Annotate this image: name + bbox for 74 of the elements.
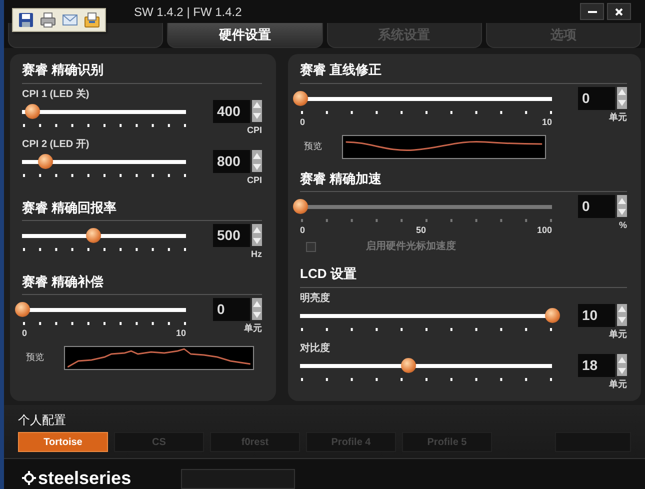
- up-arrow-icon: [253, 300, 261, 306]
- slider-thumb[interactable]: [293, 90, 308, 106]
- slider-thumb[interactable]: [15, 302, 30, 317]
- unit-label: 单元: [244, 322, 262, 335]
- preview-label: 预览: [303, 140, 323, 153]
- up-button[interactable]: [252, 100, 262, 110]
- logo-text: steelseries: [38, 469, 132, 487]
- section-title: 赛睿 精确加速: [300, 168, 627, 192]
- version-text: SW 1.4.2 | FW 1.4.2: [134, 4, 242, 21]
- tick-label: 0: [300, 116, 306, 126]
- value-field[interactable]: 10: [578, 304, 615, 326]
- section-title: LCD 设置: [300, 264, 627, 288]
- tick-label: 10: [542, 116, 552, 126]
- down-arrow-icon: [618, 100, 626, 106]
- close-button[interactable]: [607, 3, 631, 20]
- tab[interactable]: 硬件设置: [167, 23, 322, 48]
- value-field[interactable]: 0: [213, 298, 250, 321]
- minimize-icon: [588, 10, 596, 13]
- gear-icon: [22, 471, 36, 485]
- down-arrow-icon: [253, 113, 261, 119]
- section-title: 赛睿 直线修正: [300, 60, 627, 84]
- profiles-title: 个人配置: [18, 412, 67, 429]
- section-title: 赛睿 精确补偿: [22, 272, 262, 295]
- tick-label: 50: [416, 224, 426, 235]
- value-field[interactable]: 18: [578, 354, 615, 377]
- slider-label: CPI 2 (LED 开): [22, 138, 90, 150]
- slider-label: CPI 1 (LED 关): [22, 88, 90, 100]
- slider-thumb[interactable]: [86, 228, 101, 243]
- down-arrow-icon: [618, 368, 626, 374]
- section-title: 赛睿 精确回报率: [22, 198, 262, 221]
- tick-label: 0: [22, 327, 28, 338]
- down-arrow-icon: [253, 164, 261, 170]
- folder-icon[interactable]: [84, 12, 100, 28]
- up-arrow-icon: [618, 306, 626, 312]
- value-field[interactable]: 400: [213, 100, 250, 122]
- slider-thumb[interactable]: [38, 154, 53, 169]
- value-field[interactable]: 800: [213, 150, 250, 173]
- down-arrow-icon: [618, 208, 626, 214]
- tick-label: 0: [300, 224, 306, 235]
- preview-label: 预览: [25, 351, 45, 364]
- envelope-icon[interactable]: [62, 12, 78, 28]
- tick-label: 10: [176, 327, 186, 338]
- up-arrow-icon: [253, 102, 261, 108]
- unit-label: CPI: [246, 124, 262, 136]
- minimize-button[interactable]: [580, 3, 604, 20]
- tick-label: 100: [536, 224, 552, 235]
- down-arrow-icon: [253, 312, 261, 318]
- down-arrow-icon: [253, 238, 261, 244]
- unit-label: 单元: [609, 328, 627, 340]
- slider-thumb[interactable]: [401, 358, 416, 373]
- slider-label: 对比度: [300, 341, 331, 354]
- unit-label: %: [618, 219, 627, 232]
- down-arrow-icon: [618, 317, 626, 323]
- unit-label: CPI: [246, 174, 262, 187]
- value-field[interactable]: 500: [213, 224, 250, 247]
- value-field[interactable]: 0: [578, 86, 615, 110]
- up-arrow-icon: [253, 226, 261, 232]
- unit-label: 单元: [609, 110, 627, 124]
- section-title: 赛睿 精确识别: [22, 60, 262, 84]
- slider-label: 明亮度: [300, 291, 331, 304]
- profile-tab[interactable]: Tortoise: [18, 432, 108, 452]
- checkbox-label: 启用硬件光标加速度: [366, 239, 456, 254]
- slider-thumb[interactable]: [24, 104, 40, 118]
- unit-label: Hz: [251, 248, 262, 261]
- printer-icon[interactable]: [40, 12, 56, 28]
- up-arrow-icon: [618, 89, 626, 95]
- up-arrow-icon: [618, 198, 626, 204]
- up-button[interactable]: [617, 86, 627, 98]
- up-button[interactable]: [617, 304, 627, 314]
- close-icon: [614, 6, 624, 17]
- up-arrow-icon: [618, 356, 626, 362]
- unit-label: 单元: [609, 378, 627, 391]
- slider-thumb[interactable]: [545, 308, 560, 322]
- up-arrow-icon: [253, 152, 261, 158]
